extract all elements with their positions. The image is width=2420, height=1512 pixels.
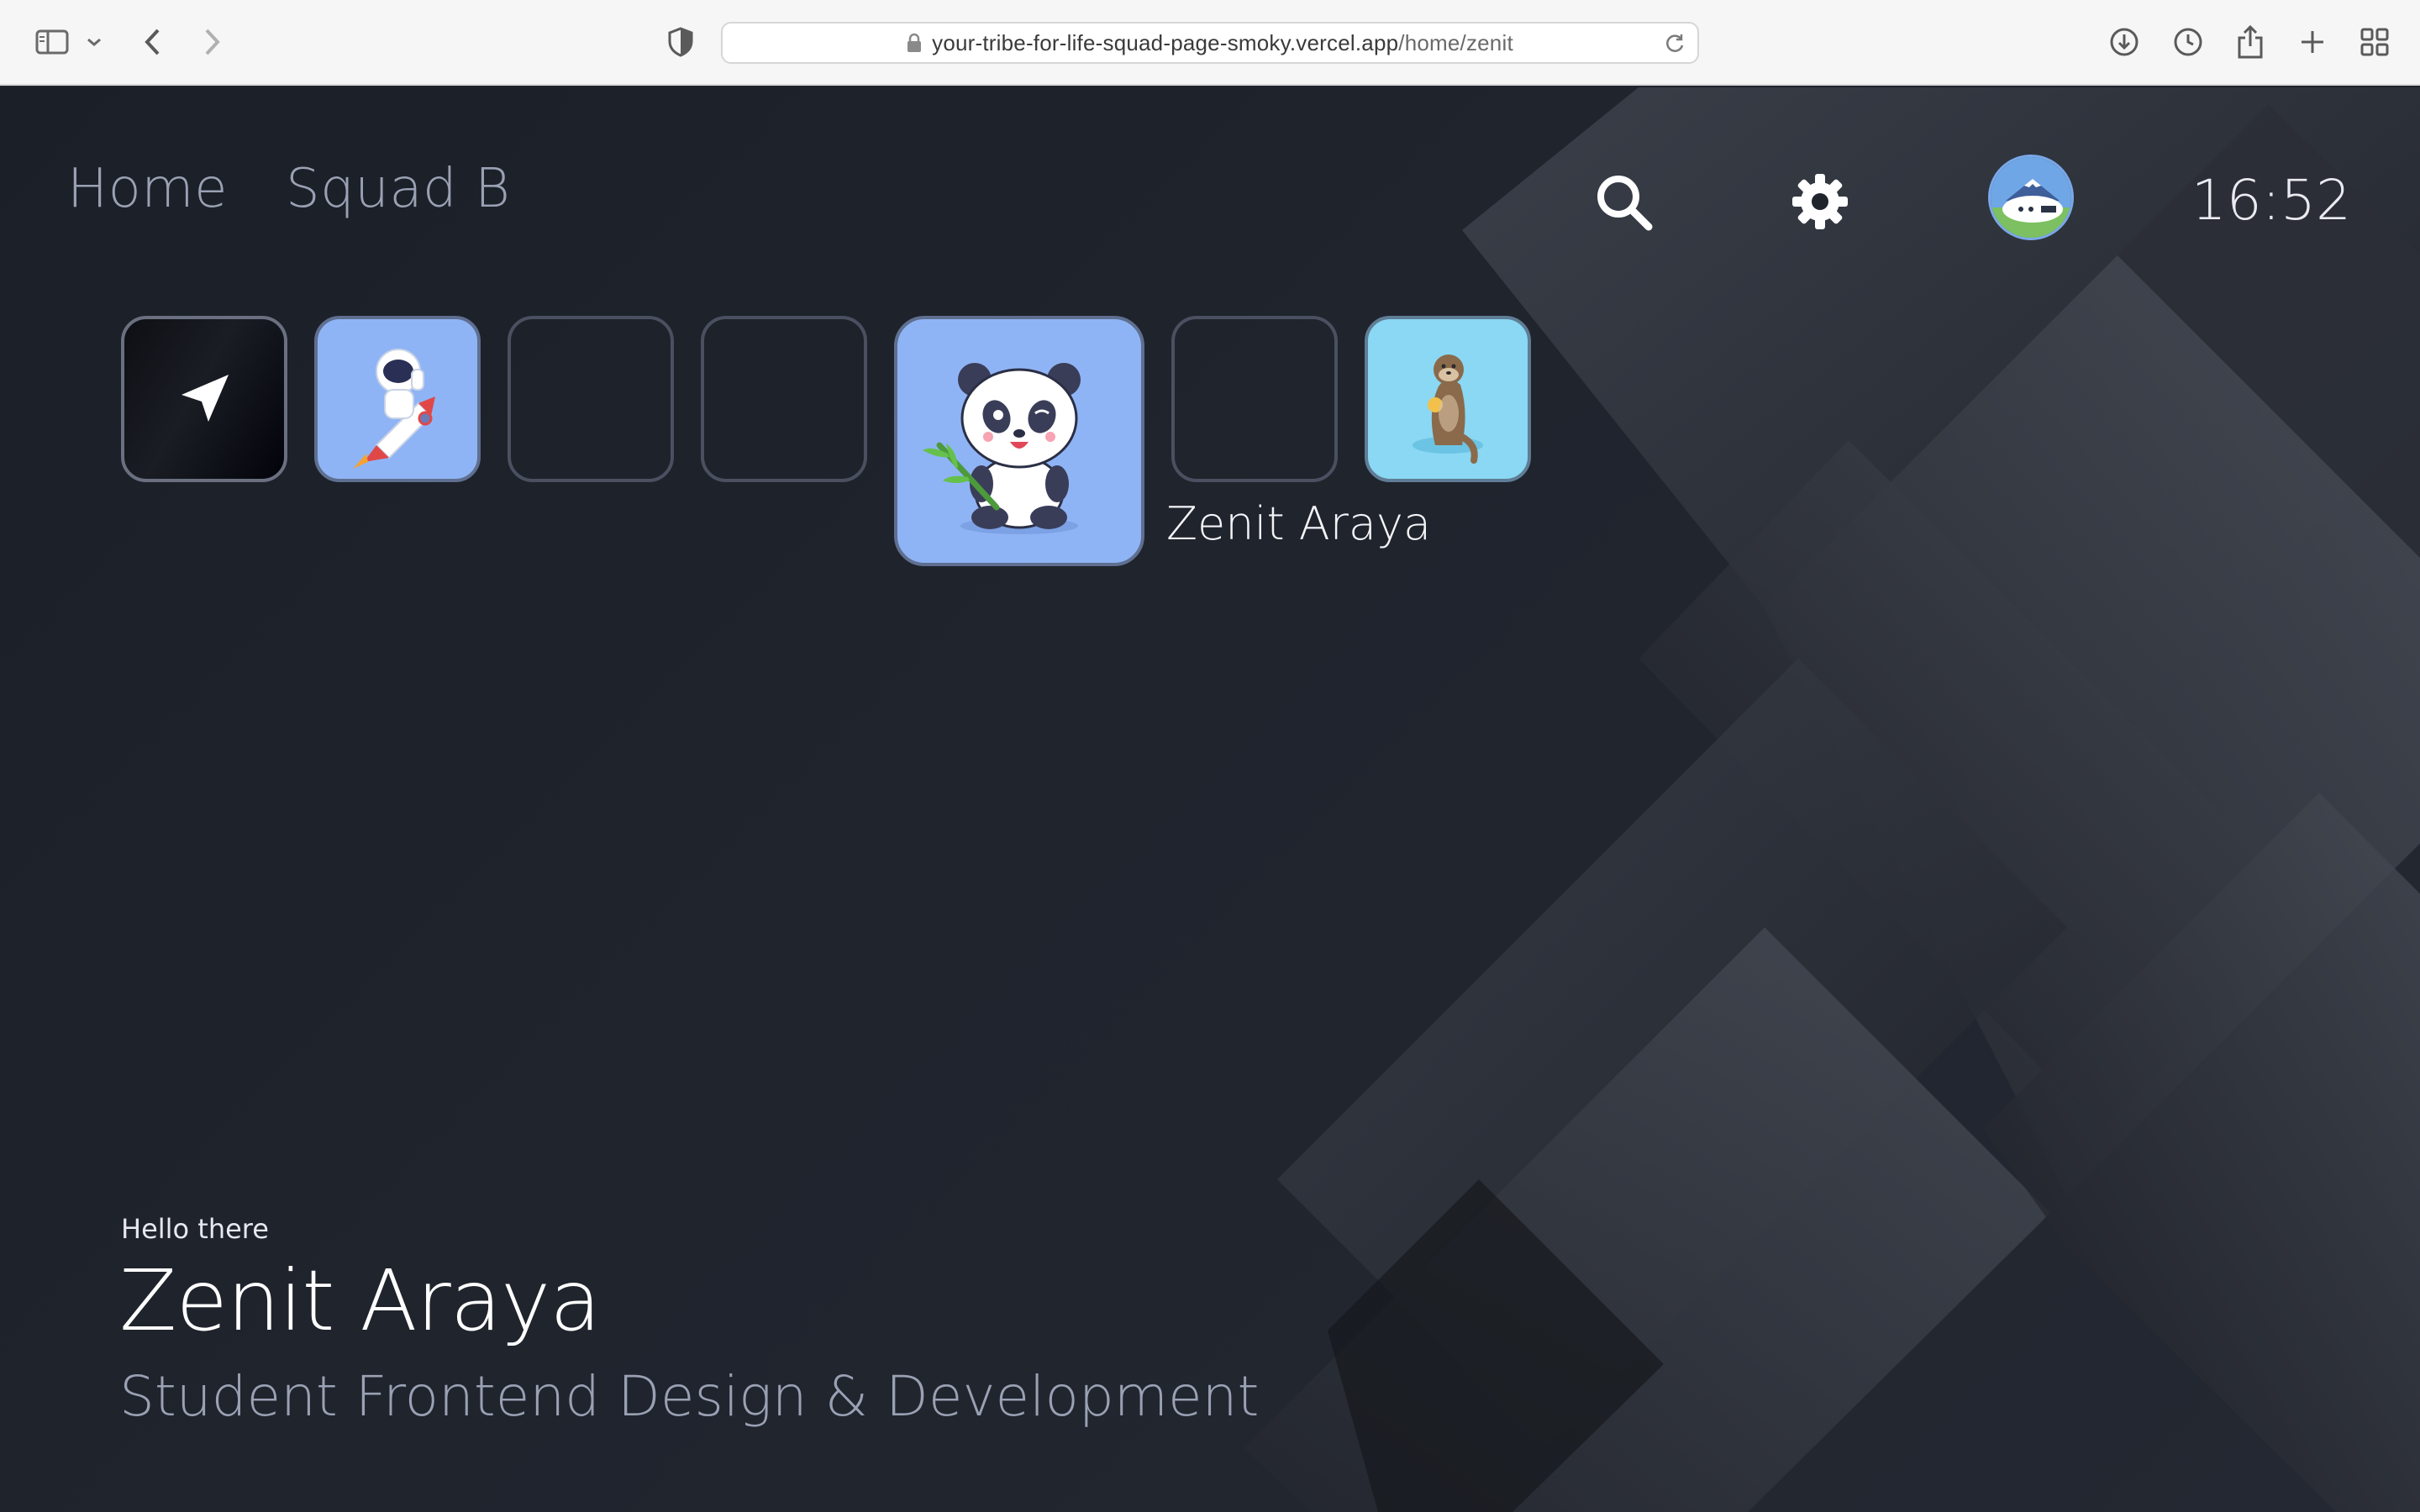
panda-avatar (923, 363, 1081, 534)
search-icon[interactable] (1590, 168, 1657, 235)
selected-tile-caption: Zenit Araya (1166, 497, 1432, 550)
nav-squad-link[interactable]: Squad B (286, 158, 510, 220)
hero-name: Zenit Araya (119, 1252, 601, 1350)
tile-empty-2[interactable] (701, 316, 867, 482)
url-path: /home/zenit (1398, 29, 1513, 55)
lock-icon (907, 33, 922, 53)
browser-toolbar: your-tribe-for-life-squad-page-smoky.ver… (0, 0, 2420, 86)
reload-icon[interactable] (1664, 33, 1686, 58)
download-icon[interactable] (2102, 20, 2146, 64)
navigation-arrow-icon (182, 375, 229, 422)
astronaut-avatar (353, 349, 435, 469)
sidebar-icon[interactable] (30, 20, 74, 64)
page-content: Home Squad B 16:52 Zenit Araya Hello the… (0, 87, 2420, 1512)
gear-icon[interactable] (1786, 168, 1854, 235)
shield-icon[interactable] (659, 20, 702, 64)
forward-icon[interactable] (190, 20, 234, 64)
history-icon[interactable] (2166, 20, 2210, 64)
user-avatar[interactable] (1988, 155, 2074, 240)
hero-role: Student Frontend Design & Development (119, 1364, 1260, 1429)
share-icon[interactable] (2228, 20, 2272, 64)
address-bar[interactable]: your-tribe-for-life-squad-page-smoky.ver… (721, 22, 1699, 64)
tile-navigation[interactable] (121, 316, 287, 482)
otter-avatar (1413, 354, 1483, 464)
tile-empty-1[interactable] (508, 316, 674, 482)
back-icon[interactable] (131, 20, 175, 64)
hero-greeting: Hello there (121, 1213, 269, 1245)
nav-home-link[interactable]: Home (67, 158, 228, 220)
tile-astronaut[interactable] (314, 316, 481, 482)
new-tab-icon[interactable] (2291, 20, 2334, 64)
url-text: your-tribe-for-life-squad-page-smoky.ver… (932, 30, 1513, 56)
tile-otter[interactable] (1365, 316, 1531, 482)
tile-panda-selected[interactable] (894, 316, 1144, 566)
tab-overview-icon[interactable] (2353, 20, 2396, 64)
clock: 16:52 (2191, 168, 2351, 233)
chevron-down-icon[interactable] (77, 20, 111, 64)
url-host: your-tribe-for-life-squad-page-smoky.ver… (932, 29, 1399, 55)
tile-empty-3[interactable] (1171, 316, 1338, 482)
